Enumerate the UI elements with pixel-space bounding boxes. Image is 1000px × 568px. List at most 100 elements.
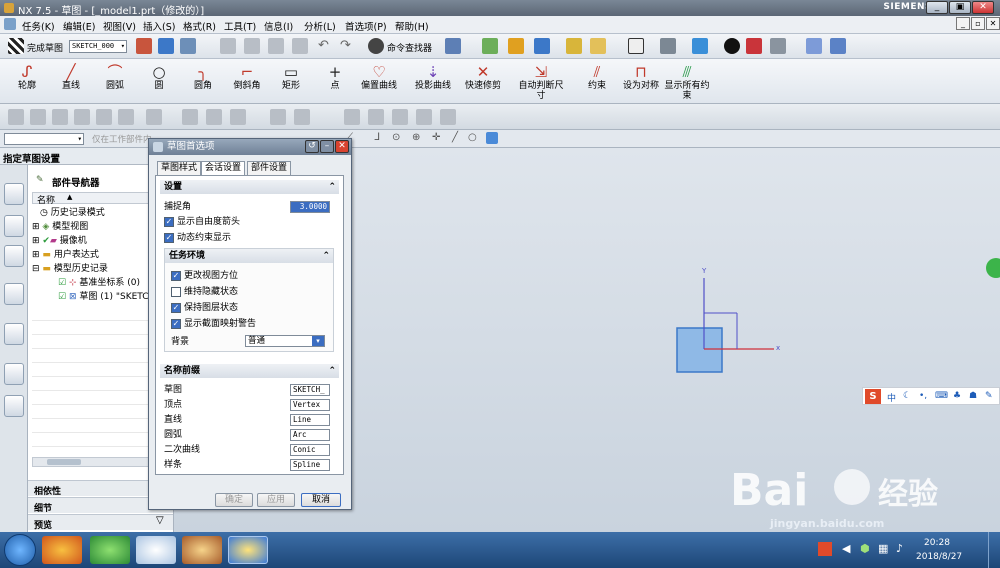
doc-restore-button[interactable]: ▫ [971, 17, 985, 30]
make-symmetric-button[interactable]: ⊓ 设为对称 [618, 61, 664, 102]
menu-format[interactable]: 格式(R) [183, 19, 216, 33]
reuse-library-icon[interactable] [4, 323, 24, 345]
tree-item-user-expressions[interactable]: ⊞ ▬ 用户表达式 [32, 248, 99, 262]
dynamic-constraint-checkbox[interactable]: ✓ [164, 233, 174, 243]
prefix-arc-input[interactable]: Arc [290, 429, 330, 441]
datum-icon[interactable] [146, 109, 162, 125]
menu-task[interactable]: 任务(K) [22, 19, 55, 33]
part-navigator-icon[interactable] [4, 245, 24, 267]
snap-face-icon[interactable] [486, 132, 498, 144]
prefix-sketch-input[interactable]: SKETCH_ [290, 384, 330, 396]
trim-body-icon[interactable] [270, 109, 286, 125]
fillet-button[interactable]: ╮ 圆角 [180, 61, 226, 102]
render-style-icon[interactable] [660, 38, 676, 54]
save-icon[interactable] [220, 38, 236, 54]
start-button[interactable] [4, 534, 36, 566]
background-select[interactable]: 普通 ▾ [245, 335, 325, 347]
circle-button[interactable]: ○ 圆 [136, 61, 182, 102]
moon-icon[interactable]: ☾ [903, 391, 911, 401]
shell-icon[interactable] [230, 109, 246, 125]
keep-layer-checkbox[interactable]: ✓ [171, 303, 181, 313]
tray-sogou-icon[interactable] [818, 542, 832, 556]
select-filter-icon[interactable] [445, 38, 461, 54]
arc-button[interactable]: ⌒ 圆弧 [92, 61, 138, 102]
dialog-minimize-button[interactable]: – [320, 140, 334, 153]
menu-app-icon[interactable] [4, 18, 16, 30]
edit-selection-icon[interactable] [830, 38, 846, 54]
menu-preferences[interactable]: 首选项(P) [345, 19, 387, 33]
clock-time[interactable]: 20:28 [924, 538, 950, 548]
chamfer-button[interactable]: ⌐ 倒斜角 [224, 61, 270, 102]
taskbar-app-1-icon[interactable] [42, 536, 82, 564]
rectangle-button[interactable]: ▭ 矩形 [268, 61, 314, 102]
synchronous-icon[interactable] [344, 109, 360, 125]
tree-item-model-history[interactable]: ⊟ ▬ 模型历史记录 [32, 262, 108, 276]
prefix-spline-input[interactable]: Spline [290, 459, 330, 471]
clock-date[interactable]: 2018/8/27 [916, 552, 962, 562]
doc-minimize-button[interactable]: _ [956, 17, 970, 30]
menu-view[interactable]: 视图(V) [103, 19, 136, 33]
revolve-icon[interactable] [30, 109, 46, 125]
command-finder-icon[interactable] [368, 38, 384, 54]
line-button[interactable]: ╱ 直线 [48, 61, 94, 102]
snap-arc-icon[interactable]: ᒧ [374, 132, 386, 144]
copy-icon[interactable] [268, 38, 284, 54]
sketch-orient-icon[interactable] [158, 38, 174, 54]
snap-center-icon[interactable]: ⊙ [392, 132, 404, 144]
close-button[interactable]: ✕ [972, 1, 994, 14]
layer-icon[interactable] [482, 38, 498, 54]
reattach-sketch-icon[interactable] [136, 38, 152, 54]
change-view-checkbox[interactable]: ✓ [171, 271, 181, 281]
cancel-button[interactable]: 取消 [301, 493, 341, 507]
apply-button[interactable]: 应用 [257, 493, 295, 507]
show-desktop-button[interactable] [988, 532, 1000, 568]
fit-view-icon[interactable] [628, 38, 644, 54]
paste-icon[interactable] [292, 38, 308, 54]
prefix-conic-input[interactable]: Conic [290, 444, 330, 456]
prefix-vertex-input[interactable]: Vertex [290, 399, 330, 411]
checkbox-checked-icon[interactable]: ☑ [58, 278, 66, 288]
section-warning-checkbox[interactable]: ✓ [171, 319, 181, 329]
menu-tools[interactable]: 工具(T) [224, 19, 256, 33]
roles-icon[interactable] [4, 395, 24, 417]
floating-badge-icon[interactable] [986, 258, 1000, 278]
ime-mode[interactable]: 中 [887, 391, 896, 404]
constraint-button[interactable]: ⫽ 约束 [574, 61, 620, 102]
navigator-pin-icon[interactable]: ✎ [36, 175, 44, 185]
keyboard-icon[interactable]: ⌨ [935, 391, 948, 401]
doc-close-button[interactable]: ✕ [986, 17, 1000, 30]
ok-button[interactable]: 确定 [215, 493, 253, 507]
assembly-navigator-icon[interactable] [4, 183, 24, 205]
project-curve-button[interactable]: ⇣ 投影曲线 [410, 61, 456, 102]
feature-tools-icon[interactable] [534, 38, 550, 54]
tab-sketch-style[interactable]: 草图样式 [157, 161, 202, 175]
finish-flag-icon[interactable] [8, 38, 24, 54]
unite-icon[interactable] [52, 109, 68, 125]
selection-intent-icon[interactable] [806, 38, 822, 54]
tab-part-settings[interactable]: 部件设置 [247, 161, 292, 175]
quick-trim-button[interactable]: ✕ 快速修剪 [460, 61, 506, 102]
scroll-thumb[interactable] [47, 459, 81, 465]
orient-view-icon[interactable] [692, 38, 708, 54]
reset-icon[interactable]: ↺ [305, 140, 319, 153]
cut-icon[interactable] [244, 38, 260, 54]
profile-button[interactable]: ᔑ 轮廓 [4, 61, 50, 102]
shaded-view-icon[interactable] [770, 38, 786, 54]
measure-angle-icon[interactable] [590, 38, 606, 54]
auto-dimension-button[interactable]: ⇲ 自动判断尺寸 [518, 61, 564, 102]
snap-angle-input[interactable]: 3.0000 [290, 201, 330, 213]
restore-button[interactable]: ▣ [949, 1, 971, 14]
tray-shield-icon[interactable]: ⬢ [860, 542, 870, 555]
triangle-face-icon[interactable] [392, 109, 408, 125]
offset-curve-button[interactable]: ♡ 偏置曲线 [356, 61, 402, 102]
nx-taskbar-icon[interactable] [228, 536, 268, 564]
show-all-constraints-button[interactable]: ⫻ 显示所有约束 [664, 61, 710, 102]
dialog-close-button[interactable]: ✕ [335, 140, 349, 153]
menu-edit[interactable]: 编辑(E) [63, 19, 95, 33]
tray-volume-icon[interactable]: ♪ [896, 542, 903, 555]
intersect-icon[interactable] [96, 109, 112, 125]
prefix-line-input[interactable]: Line [290, 414, 330, 426]
sketch-name-dropdown[interactable]: SKETCH_000 ▾ [69, 40, 127, 53]
tray-network-icon[interactable]: ▦ [878, 542, 888, 555]
checkbox-checked-icon[interactable]: ☑ [58, 292, 66, 302]
